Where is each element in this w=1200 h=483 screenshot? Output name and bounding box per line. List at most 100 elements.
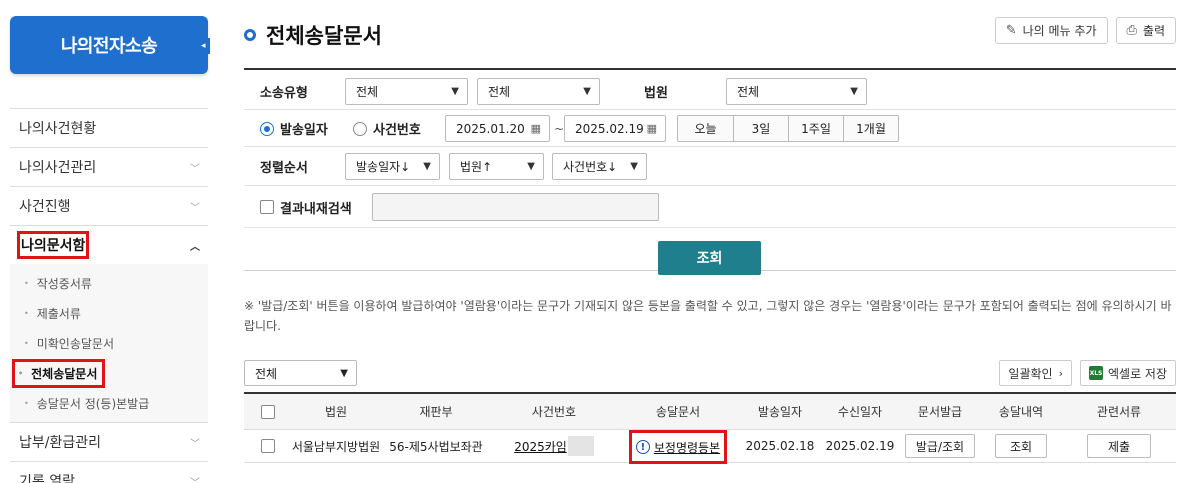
select-all-checkbox[interactable] [261,404,275,419]
documents-table: 법원 재판부 사건번호 송달문서 발송일자 수신일자 문서발급 송달내역 관련서… [244,392,1176,464]
radio-send-date[interactable]: 발송일자 [260,119,328,138]
sub-item-label: 제출서류 [36,306,81,321]
edit-icon: ✎ [1005,23,1017,38]
search-button[interactable]: 조회 [658,241,761,275]
sidebar-sub-item-drafts[interactable]: • 작성중서류 [10,268,208,298]
sidebar-item-records[interactable]: 기록 열람 ﹀ [10,461,208,483]
chevron-down-icon: ﹀ [190,163,200,175]
page-title-text: 전체송달문서 [266,24,382,48]
col-court: 법원 [324,405,348,419]
radio-label: 발송일자 [280,123,328,138]
cell-division: 56-제5사법보좌관 [389,439,483,454]
main-content: 전체송달문서 ✎ 나의 메뉴 추가 ⎙ 출력 소송유형 전체 ▼ 전체 ▼ 법원… [244,0,1176,483]
court-select[interactable]: 전체 ▼ [726,78,867,105]
chevron-up-icon: ︿ [190,241,200,253]
collapse-icon[interactable]: ◂ [196,38,210,54]
sidebar-item-label: 나의사건현황 [19,121,97,137]
cell-issue: 발급/조회 [900,434,980,458]
print-button[interactable]: ⎙ 출력 [1115,17,1176,44]
excel-save-button[interactable]: XLS 엑셀로 저장 [1079,360,1176,386]
row-checkbox[interactable] [261,439,275,453]
bulk-confirm-button[interactable]: 일괄확인 › [999,360,1072,386]
sidebar-item-payment[interactable]: 납부/환급관리 ﹀ [10,422,208,461]
calendar-icon[interactable]: ▦ [647,122,657,135]
bullet-icon: • [24,398,29,408]
period-1month-button[interactable]: 1개월 [843,116,898,141]
sort-label: 정렬순서 [260,161,308,176]
sidebar-item-label: 납부/환급관리 [19,435,101,451]
chevron-down-icon: ﹀ [190,477,200,483]
date-from-input[interactable]: 2025.01.20 ▦ [445,115,550,142]
sidebar-item-case-status[interactable]: 나의사건현황 [10,108,208,147]
select-value: 전체 [488,85,511,99]
add-my-menu-button[interactable]: ✎ 나의 메뉴 추가 [994,17,1108,44]
sidebar-item-my-documents[interactable]: 나의문서함 ︿ [10,225,208,264]
sidebar-nav: 나의사건현황 나의사건관리 ﹀ 사건진행 ﹀ 나의문서함 ︿ • 작성중서류 •… [10,108,208,483]
period-3day-button[interactable]: 3일 [733,116,788,141]
alert-icon: ! [635,440,650,454]
notice-text: ※ '발급/조회' 버튼을 이용하여 발급하여야 '열람용'이라는 문구가 기재… [244,299,1172,333]
history-view-button[interactable]: 조회 [994,434,1048,458]
sidebar-item-label: 사건진행 [19,199,71,215]
table-row: 서울남부지방법원 56-제5사법보좌관 2025카임 ! 보정명령등본 2025… [244,430,1176,464]
select-value: 전체 [737,85,760,99]
search-row-within: 결과내재검색 [244,187,1176,228]
bulk-confirm-label: 일괄확인 [1008,366,1053,381]
header-actions: ✎ 나의 메뉴 추가 ⎙ 출력 [994,17,1176,44]
col-issue: 문서발급 [917,405,963,419]
case-number-link[interactable]: 2025카임 [514,438,567,455]
chevron-down-icon: ﹀ [190,438,200,450]
search-panel: 소송유형 전체 ▼ 전체 ▼ 법원 전체 ▼ 발송일자 사건번호 2025.01… [244,68,1176,275]
masked-area [567,436,594,456]
sort-case-number-select[interactable]: 사건번호↓ ▼ [552,153,647,180]
litigation-subtype-select[interactable]: 전체 ▼ [477,78,600,105]
sidebar-item-label: 나의사건관리 [19,160,97,176]
sort-court-select[interactable]: 법원↑ ▼ [449,153,544,180]
sidebar-sub-item-submitted[interactable]: • 제출서류 [10,298,208,328]
cell-receive-date: 2025.02.19 [825,439,895,453]
date-to-input[interactable]: 2025.02.19 ▦ [564,115,666,142]
cell-send-date: 2025.02.18 [745,439,815,453]
chevron-right-icon: › [1058,366,1063,380]
issue-view-button[interactable]: 발급/조회 [904,434,976,458]
select-all-cell [244,404,292,419]
sidebar-item-label: 나의문서함 [16,231,90,259]
row-checkbox-cell [244,439,292,453]
radio-case-number[interactable]: 사건번호 [353,119,421,138]
sidebar-sub-item-certified-copy[interactable]: • 송달문서 정(등)본발급 [10,388,208,418]
sidebar-item-case-manage[interactable]: 나의사건관리 ﹀ [10,147,208,186]
search-row-sort: 정렬순서 발송일자↓ ▼ 법원↑ ▼ 사건번호↓ ▼ [244,148,1176,186]
document-link[interactable]: 보정명령등본 [654,439,720,456]
checkbox-label: 결과내재검색 [280,201,352,217]
cell-court: 서울남부지방법원 [292,439,380,454]
chevron-down-icon: ﹀ [190,202,200,214]
court-label: 법원 [644,86,668,101]
chevron-down-icon: ▼ [850,86,858,97]
litigation-type-select[interactable]: 전체 ▼ [345,78,468,105]
sidebar-item-case-progress[interactable]: 사건진행 ﹀ [10,186,208,225]
brand-banner[interactable]: 나의전자소송 ◂ [10,16,210,74]
period-1week-button[interactable]: 1주일 [788,116,843,141]
checkbox[interactable] [260,200,274,214]
sidebar-sub-item-unread[interactable]: • 미확인송달문서 [10,328,208,358]
sub-item-label: 작성중서류 [36,276,92,291]
highlight-box: ! 보정명령등본 [628,430,728,464]
page-title: 전체송달문서 [244,20,382,50]
search-within-checkbox[interactable]: 결과내재검색 [260,198,352,217]
bullet-icon: • [18,368,24,378]
sidebar-sub-item-all-served[interactable]: • 전체송달문서 [10,358,208,388]
period-today-button[interactable]: 오늘 [678,116,733,141]
chevron-down-icon: ▼ [583,86,591,97]
select-value: 전체 [255,366,278,381]
col-document: 송달문서 [655,405,701,419]
sort-send-date-select[interactable]: 발송일자↓ ▼ [345,153,440,180]
period-buttons: 오늘 3일 1주일 1개월 [677,115,899,142]
submit-related-button[interactable]: 제출 [1086,434,1152,458]
print-icon: ⎙ [1126,23,1137,38]
cell-history: 조회 [980,434,1062,458]
calendar-icon[interactable]: ▦ [531,122,541,135]
date-value: 2025.02.19 [575,121,644,136]
date-value: 2025.01.20 [456,121,525,136]
search-within-input[interactable] [372,193,659,221]
list-filter-select[interactable]: 전체 ▼ [244,360,357,386]
